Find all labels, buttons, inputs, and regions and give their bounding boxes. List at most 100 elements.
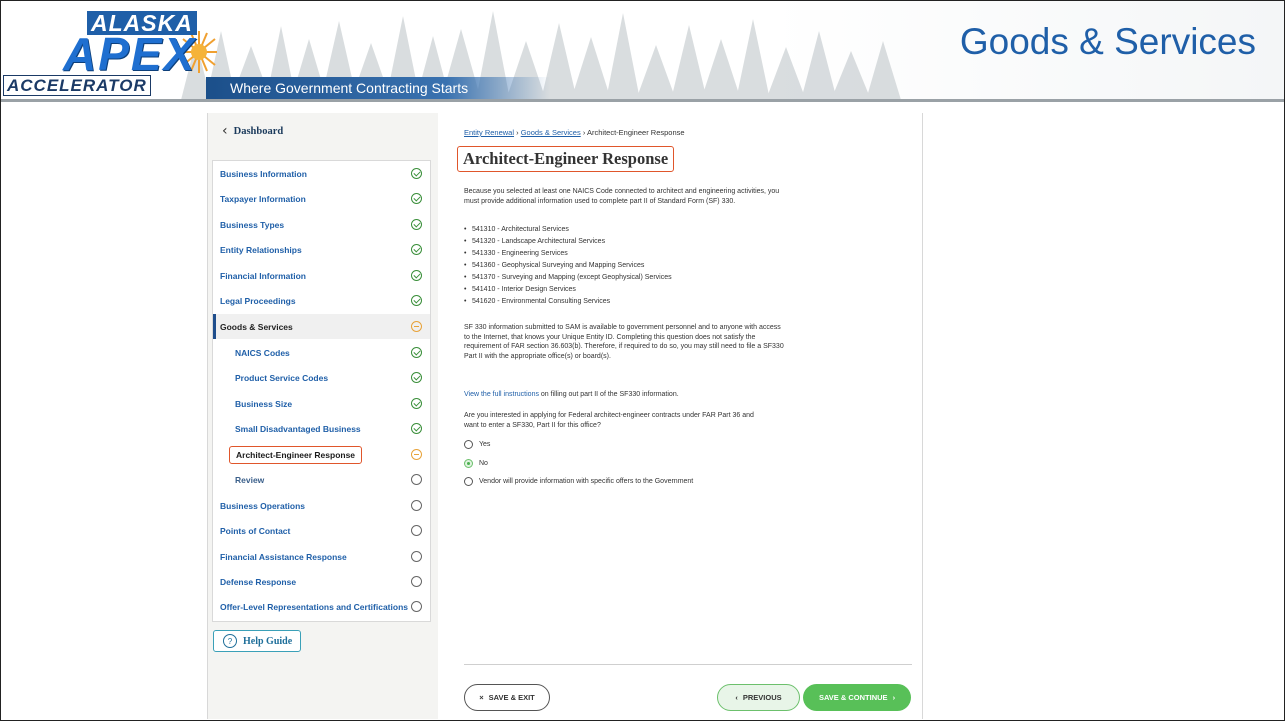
tagline: Where Government Contracting Starts bbox=[206, 77, 550, 99]
breadcrumb: Entity Renewal › Goods & Services › Arch… bbox=[464, 128, 685, 137]
radio-label: Yes bbox=[479, 441, 491, 448]
sidebar-item-label: NAICS Codes bbox=[235, 347, 290, 358]
in-progress-icon bbox=[411, 321, 422, 332]
save-exit-label: SAVE & EXIT bbox=[488, 693, 535, 702]
sidebar-item-label: Review bbox=[235, 474, 265, 485]
instructions-text: View the full instructions on filling ou… bbox=[464, 391, 679, 398]
empty-circle-icon bbox=[411, 500, 422, 511]
check-circle-icon bbox=[411, 219, 422, 230]
save-continue-label: SAVE & CONTINUE bbox=[818, 693, 888, 702]
sf330-notice: SF 330 information submitted to SAM is a… bbox=[464, 324, 784, 360]
sidebar-item-business-operations[interactable]: Business Operations bbox=[213, 493, 430, 518]
sidebar-item-label: Goods & Services bbox=[220, 321, 293, 332]
sidebar-item-label: Points of Contact bbox=[220, 525, 291, 536]
logo-accelerator: ACCELERATOR bbox=[3, 75, 151, 96]
check-circle-icon bbox=[411, 347, 422, 358]
empty-circle-icon bbox=[411, 576, 422, 587]
save-exit-button[interactable]: × SAVE & EXIT bbox=[464, 684, 550, 711]
dashboard-link[interactable]: ‹ Dashboard bbox=[222, 123, 283, 139]
sidebar-item-legal-proceedings[interactable]: Legal Proceedings bbox=[213, 288, 430, 313]
sidebar-item-review[interactable]: Review bbox=[213, 467, 430, 492]
radio-button[interactable] bbox=[464, 440, 473, 449]
sidebar-item-business-size[interactable]: Business Size bbox=[213, 391, 430, 416]
sidebar-item-defense-response[interactable]: Defense Response bbox=[213, 569, 430, 594]
sidebar-item-label: Financial Assistance Response bbox=[220, 551, 347, 562]
list-item: 541320 - Landscape Architectural Service… bbox=[464, 236, 672, 248]
sidebar-item-label: Business Size bbox=[235, 398, 293, 409]
help-guide-label: Help Guide bbox=[243, 635, 293, 647]
question-text: Are you interested in applying for Feder… bbox=[464, 412, 754, 429]
sidebar-item-label: Architect-Engineer Response bbox=[229, 445, 363, 464]
empty-circle-icon bbox=[411, 551, 422, 562]
page-heading: Architect-Engineer Response bbox=[457, 146, 675, 172]
breadcrumb-goods-services[interactable]: Goods & Services bbox=[521, 128, 581, 137]
check-circle-icon bbox=[411, 193, 422, 204]
sidebar-item-naics-codes[interactable]: NAICS Codes bbox=[213, 340, 430, 365]
close-icon: × bbox=[479, 693, 484, 702]
list-item: 541310 - Architectural Services bbox=[464, 224, 672, 236]
question-circle-icon: ? bbox=[223, 634, 237, 648]
list-item: 541620 - Environmental Consulting Servic… bbox=[464, 296, 672, 308]
radio-no[interactable]: No bbox=[464, 459, 488, 468]
sidebar-item-product-service-codes[interactable]: Product Service Codes bbox=[213, 365, 430, 390]
sidebar-item-financial-information[interactable]: Financial Information bbox=[213, 263, 430, 288]
check-circle-icon bbox=[411, 244, 422, 255]
sidebar: ‹ Dashboard Business Information Taxpaye… bbox=[208, 113, 438, 719]
check-circle-icon bbox=[411, 398, 422, 409]
main-content: Entity Renewal › Goods & Services › Arch… bbox=[457, 113, 914, 719]
naics-code-list: 541310 - Architectural Services 541320 -… bbox=[464, 224, 672, 308]
previous-button[interactable]: ‹ PREVIOUS bbox=[717, 684, 800, 711]
embedded-screenshot: ‹ Dashboard Business Information Taxpaye… bbox=[207, 113, 923, 719]
sidebar-item-goods-services[interactable]: Goods & Services bbox=[213, 314, 430, 339]
chevron-left-icon: ‹ bbox=[222, 123, 228, 139]
sidebar-item-financial-assistance-response[interactable]: Financial Assistance Response bbox=[213, 544, 430, 569]
save-continue-button[interactable]: SAVE & CONTINUE › bbox=[803, 684, 911, 711]
sidebar-item-label: Small Disadvantaged Business bbox=[235, 423, 361, 434]
list-item: 541360 - Geophysical Surveying and Mappi… bbox=[464, 260, 672, 272]
sidebar-item-business-information[interactable]: Business Information bbox=[213, 161, 430, 186]
check-circle-icon bbox=[411, 168, 422, 179]
empty-circle-icon bbox=[411, 474, 422, 485]
radio-button-selected[interactable] bbox=[464, 459, 473, 468]
radio-vendor-offers[interactable]: Vendor will provide information with spe… bbox=[464, 477, 693, 486]
intro-text: Because you selected at least one NAICS … bbox=[464, 188, 780, 205]
sidebar-item-label: Taxpayer Information bbox=[220, 193, 306, 204]
logo-apex: APEX bbox=[63, 28, 197, 80]
radio-yes[interactable]: Yes bbox=[464, 440, 490, 449]
radio-label: No bbox=[479, 460, 488, 467]
check-circle-icon bbox=[411, 372, 422, 383]
sidebar-item-business-types[interactable]: Business Types bbox=[213, 212, 430, 237]
check-circle-icon bbox=[411, 295, 422, 306]
sidebar-item-architect-engineer-response[interactable]: Architect-Engineer Response bbox=[213, 442, 430, 467]
sidebar-item-label: Business Types bbox=[220, 219, 285, 230]
view-instructions-link[interactable]: View the full instructions bbox=[464, 391, 539, 398]
previous-label: PREVIOUS bbox=[742, 693, 782, 702]
breadcrumb-current: Architect-Engineer Response bbox=[587, 128, 685, 137]
sidebar-item-entity-relationships[interactable]: Entity Relationships bbox=[213, 237, 430, 262]
sidebar-item-label: Financial Information bbox=[220, 270, 306, 281]
sidebar-item-label: Legal Proceedings bbox=[220, 295, 296, 306]
sidebar-item-offer-level-reps-certs[interactable]: Offer-Level Representations and Certific… bbox=[213, 594, 430, 619]
sidebar-item-label: Defense Response bbox=[220, 576, 297, 587]
in-progress-icon bbox=[411, 449, 422, 460]
empty-circle-icon bbox=[411, 525, 422, 536]
breadcrumb-separator: › bbox=[514, 128, 521, 137]
breadcrumb-entity-renewal[interactable]: Entity Renewal bbox=[464, 128, 514, 137]
sidebar-item-taxpayer-information[interactable]: Taxpayer Information bbox=[213, 186, 430, 211]
check-circle-icon bbox=[411, 270, 422, 281]
sidebar-item-small-disadvantaged-business[interactable]: Small Disadvantaged Business bbox=[213, 416, 430, 441]
footer-divider bbox=[464, 664, 912, 665]
list-item: 541330 - Engineering Services bbox=[464, 248, 672, 260]
chevron-right-icon: › bbox=[892, 693, 896, 702]
sidebar-item-label: Entity Relationships bbox=[220, 244, 302, 255]
page-title: Goods & Services bbox=[959, 21, 1256, 62]
dashboard-label: Dashboard bbox=[233, 125, 284, 137]
check-circle-icon bbox=[411, 423, 422, 434]
radio-button[interactable] bbox=[464, 477, 473, 486]
radio-label: Vendor will provide information with spe… bbox=[479, 478, 694, 485]
empty-circle-icon bbox=[411, 601, 422, 612]
help-guide-button[interactable]: ? Help Guide bbox=[213, 630, 301, 652]
sidebar-item-points-of-contact[interactable]: Points of Contact bbox=[213, 518, 430, 543]
slide-header: ALASKA APEX ACCELERATOR Where Government… bbox=[1, 1, 1284, 100]
instructions-rest: on filling out part II of the SF330 info… bbox=[538, 391, 679, 398]
